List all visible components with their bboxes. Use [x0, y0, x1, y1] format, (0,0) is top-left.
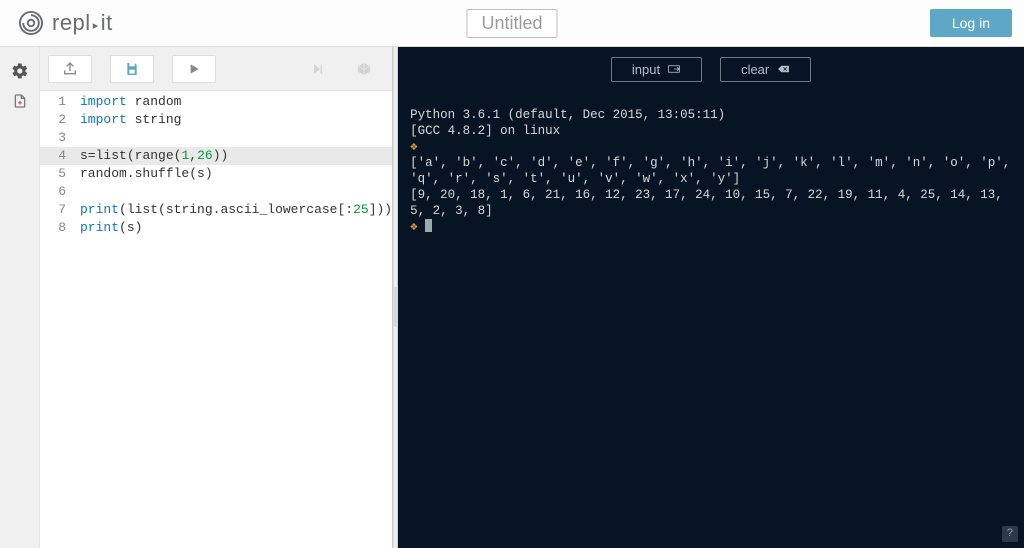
left-gutter: [0, 47, 40, 548]
console-clear-button[interactable]: clear: [720, 57, 811, 82]
line-number: 7: [40, 201, 66, 219]
settings-icon[interactable]: [10, 61, 30, 81]
line-number: 1: [40, 93, 66, 111]
console-toolbar: input clear: [398, 47, 1024, 91]
prompt-icon: ❖: [410, 140, 418, 154]
cursor-icon: [425, 219, 432, 232]
console-input-button[interactable]: input: [611, 57, 702, 82]
code-editor[interactable]: 12345678 import randomimport string s=lis…: [40, 91, 392, 548]
prompt-icon: ❖: [410, 220, 418, 234]
code-line[interactable]: [80, 183, 392, 201]
run-button[interactable]: [172, 55, 216, 83]
file-title[interactable]: Untitled: [466, 9, 557, 38]
add-file-icon[interactable]: [10, 91, 30, 111]
editor-column: 12345678 import randomimport string s=lis…: [40, 47, 393, 548]
logo[interactable]: repl▸it: [18, 10, 113, 36]
code-line[interactable]: print(s): [80, 219, 392, 237]
console-line: [GCC 4.8.2] on linux: [410, 124, 560, 138]
code-line[interactable]: random.shuffle(s): [80, 165, 392, 183]
code-line[interactable]: import string: [80, 111, 392, 129]
code-line[interactable]: print(list(string.ascii_lowercase[:25])): [80, 201, 392, 219]
line-number: 3: [40, 129, 66, 147]
logo-swirl-icon: [18, 10, 44, 36]
line-number: 2: [40, 111, 66, 129]
line-number: 4: [40, 147, 74, 165]
login-button[interactable]: Log in: [930, 9, 1012, 37]
main-area: 12345678 import randomimport string s=lis…: [0, 47, 1024, 548]
code-line[interactable]: import random: [80, 93, 392, 111]
line-number: 8: [40, 219, 66, 237]
input-icon: [668, 63, 681, 75]
share-button[interactable]: [48, 55, 92, 83]
console-output[interactable]: Python 3.6.1 (default, Dec 2015, 13:05:1…: [398, 91, 1024, 241]
console-line: ['a', 'b', 'c', 'd', 'e', 'f', 'g', 'h',…: [410, 156, 1018, 186]
console-line: Python 3.6.1 (default, Dec 2015, 13:05:1…: [410, 108, 725, 122]
save-button[interactable]: [110, 55, 154, 83]
package-button[interactable]: [344, 55, 384, 83]
console-panel: input clear Python 3.6.1 (default, Dec 2…: [398, 47, 1024, 548]
help-badge[interactable]: ?: [1002, 526, 1018, 542]
step-button[interactable]: [298, 55, 338, 83]
code-line[interactable]: [80, 129, 392, 147]
code-line[interactable]: s=list(range(1,26)): [74, 147, 392, 165]
line-number: 6: [40, 183, 66, 201]
line-number: 5: [40, 165, 66, 183]
header-bar: repl▸it Untitled Log in: [0, 0, 1024, 47]
logo-text: repl▸it: [52, 10, 113, 36]
editor-toolbar: [40, 47, 392, 91]
clear-icon: [777, 63, 790, 75]
console-line: [9, 20, 18, 1, 6, 21, 16, 12, 23, 17, 24…: [410, 188, 1010, 218]
